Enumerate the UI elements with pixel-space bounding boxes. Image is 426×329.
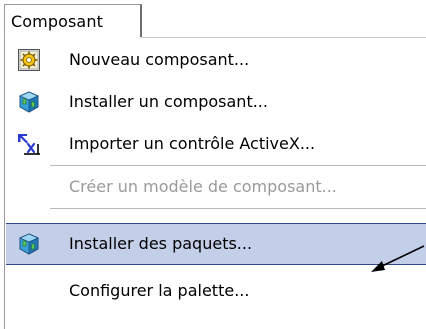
- menu-item-label: Importer un contrôle ActiveX...: [69, 134, 316, 153]
- menu-item-label: Créer un modèle de composant...: [69, 177, 337, 196]
- menu-item-label: Installer un composant...: [69, 92, 268, 111]
- menu-item-install-packages[interactable]: Installer des paquets...: [6, 223, 426, 265]
- import-activex-icon: [17, 132, 41, 156]
- menu-item-label: Configurer la palette...: [69, 281, 250, 300]
- menu-item-label: Nouveau composant...: [69, 50, 250, 69]
- menu-item-install-component[interactable]: Installer un composant...: [6, 81, 426, 123]
- install-packages-icon: [17, 232, 41, 256]
- menu-item-create-template: Créer un modèle de composant...: [6, 166, 426, 208]
- pointer-arrow-icon: [371, 245, 425, 272]
- new-component-icon: [17, 48, 41, 72]
- menu-item-label: Installer des paquets...: [69, 234, 253, 253]
- screenshot-stage: Composant Nouveau composant... Installer…: [0, 0, 426, 329]
- menu-item-configure-palette[interactable]: Configurer la palette...: [6, 270, 426, 312]
- install-component-icon: [17, 90, 41, 114]
- composant-dropdown-menu: Nouveau composant... Installer un compos…: [4, 37, 426, 329]
- menu-title: Composant: [11, 12, 103, 31]
- menu-separator: [50, 208, 426, 209]
- menu-item-import-activex[interactable]: Importer un contrôle ActiveX...: [6, 123, 426, 165]
- menu-composant-tab[interactable]: Composant: [4, 4, 142, 38]
- menu-tab-join: [5, 37, 141, 39]
- menu-item-new-component[interactable]: Nouveau composant...: [6, 39, 426, 81]
